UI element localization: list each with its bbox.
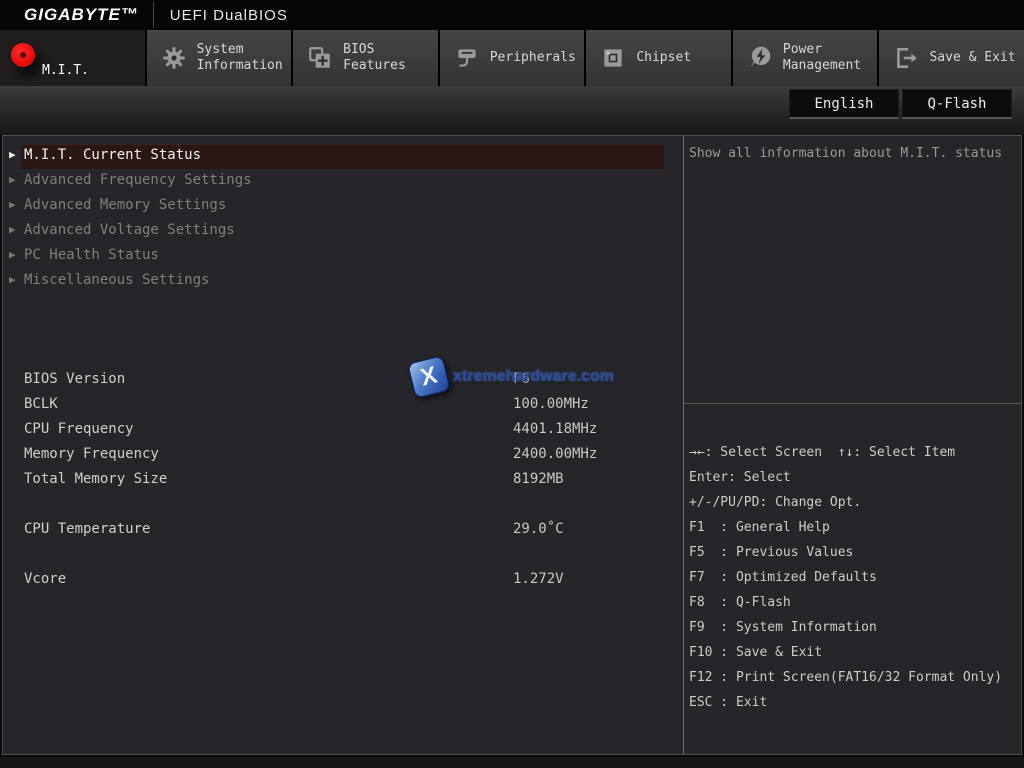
key-legend-line: Enter: Select bbox=[689, 470, 1002, 495]
qflash-button[interactable]: Q-Flash bbox=[902, 89, 1012, 119]
tab-bios-features[interactable]: BIOS Features bbox=[293, 30, 438, 86]
language-button[interactable]: English bbox=[789, 89, 899, 119]
menu-item-label: PC Health Status bbox=[24, 247, 159, 263]
menu-item-advanced-frequency[interactable]: ▶ Advanced Frequency Settings bbox=[3, 169, 683, 194]
title-bar: GIGABYTE™ UEFI DualBIOS bbox=[0, 0, 1024, 30]
tab-chipset[interactable]: Chipset bbox=[586, 30, 731, 86]
menu-item-label: M.I.T. Current Status bbox=[24, 147, 201, 163]
status-label: Memory Frequency bbox=[24, 446, 159, 462]
key-legend-line: +/-/PU/PD: Change Opt. bbox=[689, 495, 1002, 520]
firmware-title: UEFI DualBIOS bbox=[170, 7, 288, 24]
status-value: 1.272V bbox=[513, 571, 564, 587]
tab-label: BIOS Features bbox=[343, 42, 413, 74]
menu-item-label: Advanced Voltage Settings bbox=[24, 222, 235, 238]
menu-item-pc-health[interactable]: ▶ PC Health Status bbox=[3, 244, 683, 269]
status-label: Vcore bbox=[24, 571, 66, 587]
status-row-bclk: BCLK 100.00MHz bbox=[3, 393, 683, 418]
peripherals-icon bbox=[453, 44, 481, 72]
key-legend-line: →←: Select Screen ↑↓: Select Item bbox=[689, 445, 1002, 470]
submenu-arrow-icon: ▶ bbox=[9, 223, 16, 236]
tab-system-information[interactable]: System Information bbox=[147, 30, 292, 86]
power-bolt-icon bbox=[746, 44, 774, 72]
status-value: 2400.00MHz bbox=[513, 446, 597, 462]
key-legend-line: F7 : Optimized Defaults bbox=[689, 570, 1002, 595]
gigabyte-logo: GIGABYTE™ bbox=[0, 5, 139, 25]
submenu-arrow-icon: ▶ bbox=[9, 273, 16, 286]
status-row-cpu-frequency: CPU Frequency 4401.18MHz bbox=[3, 418, 683, 443]
menu-item-label: Advanced Memory Settings bbox=[24, 197, 226, 213]
menu-item-label: Advanced Frequency Settings bbox=[24, 172, 252, 188]
gear-icon bbox=[160, 44, 188, 72]
status-value: 8192MB bbox=[513, 471, 564, 487]
item-help-text: Show all information about M.I.T. status bbox=[689, 146, 1002, 161]
status-value: 100.00MHz bbox=[513, 396, 589, 412]
menu-item-label: Miscellaneous Settings bbox=[24, 272, 209, 288]
divider bbox=[153, 2, 154, 28]
watermark: X xtremehardware.com bbox=[411, 359, 614, 395]
key-legend-line: F8 : Q-Flash bbox=[689, 595, 1002, 620]
tab-label: M.I.T. bbox=[42, 63, 89, 79]
help-divider bbox=[684, 403, 1021, 404]
status-label: CPU Frequency bbox=[24, 421, 134, 437]
tab-label: Peripherals bbox=[490, 50, 576, 66]
tab-bar: M.I.T. System Information bbox=[0, 30, 1024, 86]
tab-power-management[interactable]: Power Management bbox=[733, 30, 878, 86]
submenu-arrow-icon: ▶ bbox=[9, 248, 16, 261]
menu-item-advanced-voltage[interactable]: ▶ Advanced Voltage Settings bbox=[3, 219, 683, 244]
tab-mit[interactable]: M.I.T. bbox=[0, 30, 145, 86]
toolbar-band: English Q-Flash bbox=[0, 86, 1024, 135]
key-legend: →←: Select Screen ↑↓: Select Item Enter:… bbox=[689, 445, 1002, 720]
key-legend-line: F12 : Print Screen(FAT16/32 Format Only) bbox=[689, 670, 1002, 695]
tab-save-exit[interactable]: Save & Exit bbox=[879, 30, 1024, 86]
key-legend-line: ESC : Exit bbox=[689, 695, 1002, 720]
watermark-x-icon: X bbox=[407, 355, 451, 399]
tab-label: Chipset bbox=[636, 50, 691, 66]
tab-peripherals[interactable]: Peripherals bbox=[440, 30, 585, 86]
status-label: BCLK bbox=[24, 396, 58, 412]
watermark-text: xtremehardware.com bbox=[453, 368, 614, 386]
status-value: 4401.18MHz bbox=[513, 421, 597, 437]
bios-features-icon bbox=[306, 44, 334, 72]
help-panel: Show all information about M.I.T. status… bbox=[684, 136, 1021, 754]
menu-item-miscellaneous[interactable]: ▶ Miscellaneous Settings bbox=[3, 269, 683, 294]
status-label: BIOS Version bbox=[24, 371, 125, 387]
key-legend-line: F10 : Save & Exit bbox=[689, 645, 1002, 670]
main-content: ▶ M.I.T. Current Status ▶ Advanced Frequ… bbox=[2, 135, 1022, 755]
status-row-cpu-temperature: CPU Temperature 29.0˚C bbox=[3, 518, 683, 543]
tab-label: Save & Exit bbox=[929, 50, 1015, 66]
menu-item-mit-current-status[interactable]: ▶ M.I.T. Current Status bbox=[3, 144, 683, 169]
save-exit-icon bbox=[892, 44, 920, 72]
chipset-icon bbox=[599, 44, 627, 72]
status-label: Total Memory Size bbox=[24, 471, 167, 487]
status-label: CPU Temperature bbox=[24, 521, 150, 537]
submenu-arrow-icon: ▶ bbox=[9, 173, 16, 186]
status-row-vcore: Vcore 1.272V bbox=[3, 568, 683, 593]
status-row-total-memory: Total Memory Size 8192MB bbox=[3, 468, 683, 493]
tab-label: System Information bbox=[197, 42, 289, 74]
status-value: 29.0˚C bbox=[513, 521, 564, 537]
key-legend-line: F9 : System Information bbox=[689, 620, 1002, 645]
settings-panel: ▶ M.I.T. Current Status ▶ Advanced Frequ… bbox=[3, 136, 683, 754]
mit-red-dot-icon bbox=[11, 43, 35, 67]
bottom-strip bbox=[0, 757, 1024, 768]
key-legend-line: F5 : Previous Values bbox=[689, 545, 1002, 570]
menu-item-advanced-memory[interactable]: ▶ Advanced Memory Settings bbox=[3, 194, 683, 219]
submenu-arrow-icon: ▶ bbox=[9, 148, 16, 161]
status-row-memory-frequency: Memory Frequency 2400.00MHz bbox=[3, 443, 683, 468]
key-legend-line: F1 : General Help bbox=[689, 520, 1002, 545]
submenu-arrow-icon: ▶ bbox=[9, 198, 16, 211]
tab-label: Power Management bbox=[783, 42, 875, 74]
